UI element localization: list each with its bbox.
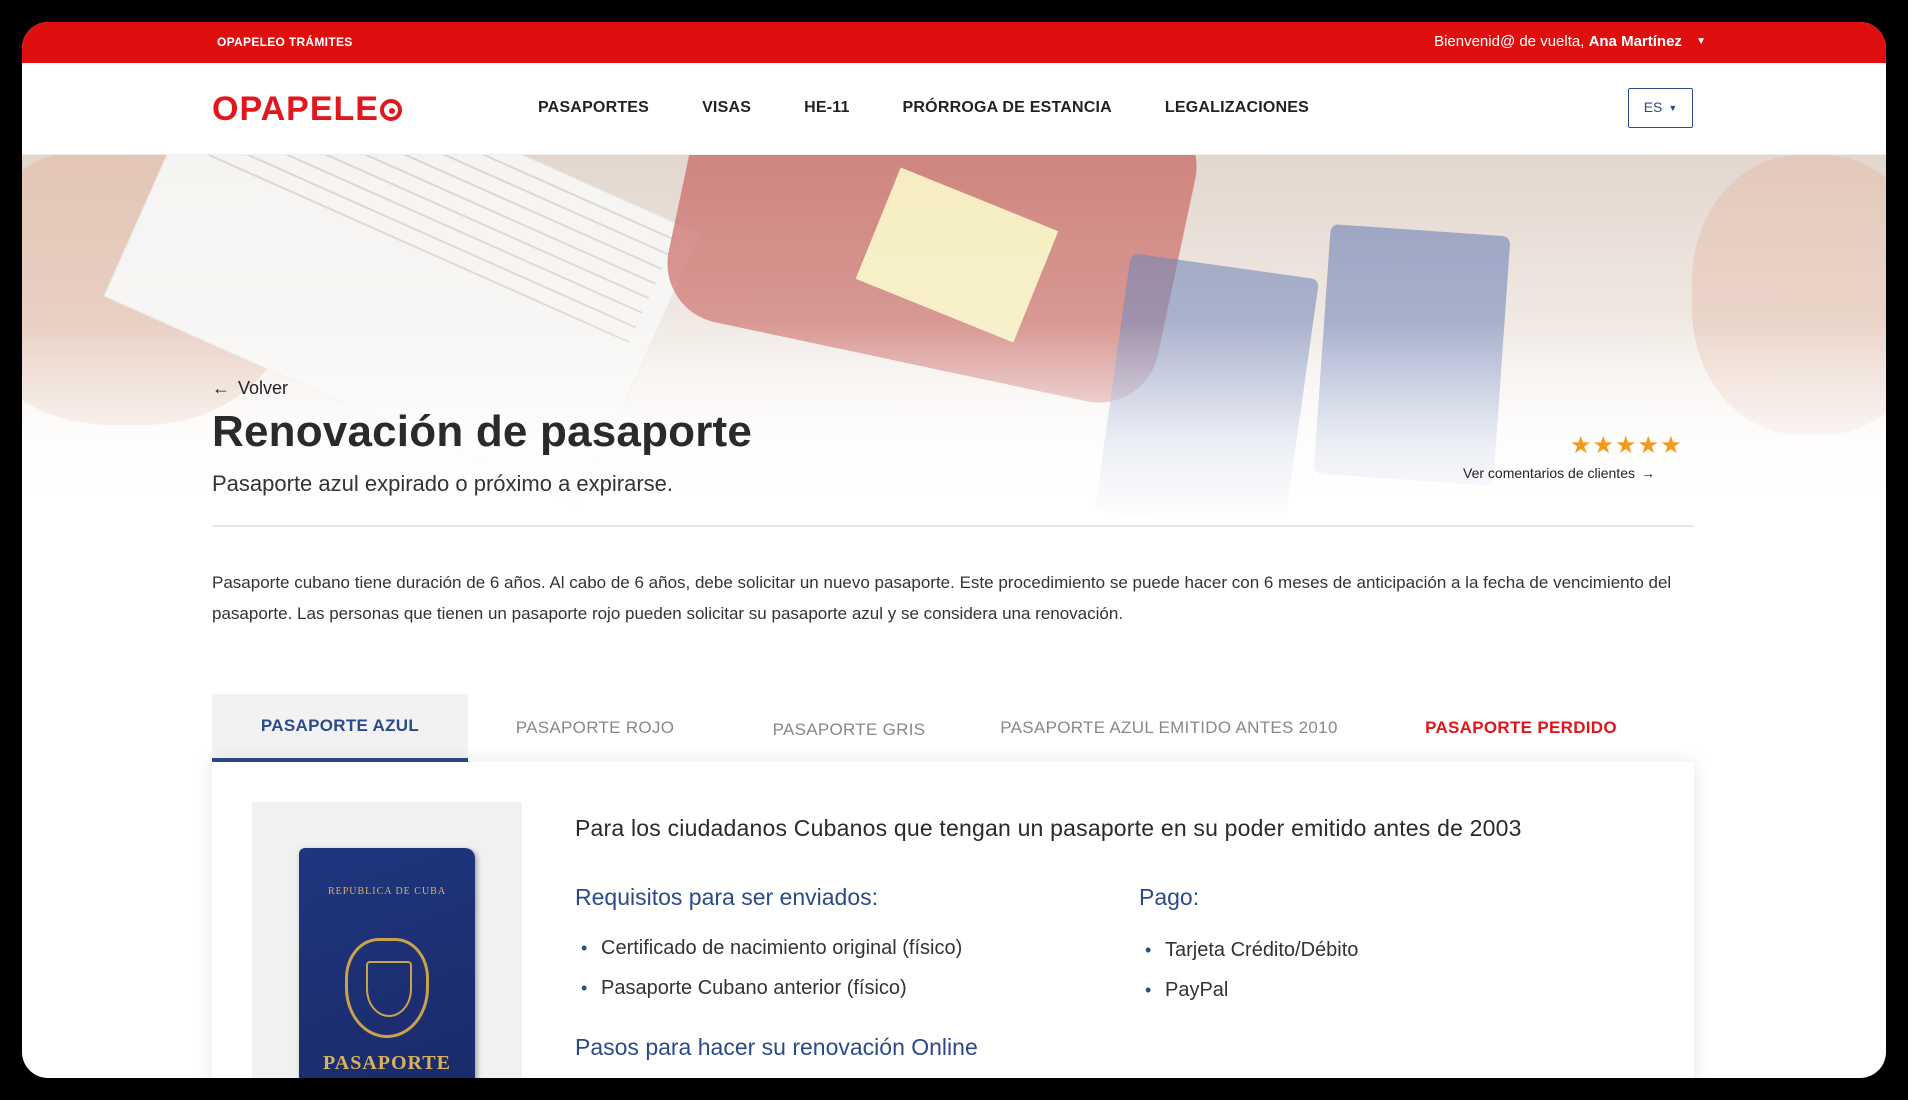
nav-menu: PASAPORTES VISAS HE-11 PRÓRROGA DE ESTAN… <box>538 99 1362 117</box>
main-nav: OPAPELE PASAPORTES VISAS HE-11 PRÓRROGA … <box>22 63 1886 155</box>
passport-tabs: PASAPORTE AZUL PASAPORTE ROJO PASAPORTE … <box>212 694 1694 762</box>
nav-item-he11[interactable]: HE-11 <box>804 99 849 117</box>
coat-of-arms-icon <box>345 938 429 1038</box>
list-item: PayPal <box>1139 970 1358 1010</box>
brand-tagline: OPAPELEO TRÁMITES <box>217 35 353 49</box>
language-select[interactable]: ES ▼ <box>1628 88 1693 128</box>
tab-pasaporte-rojo[interactable]: PASAPORTE ROJO <box>468 694 722 762</box>
nav-item-visas[interactable]: VISAS <box>702 99 751 117</box>
caret-down-icon: ▼ <box>1696 36 1706 47</box>
welcome-text: Bienvenid@ de vuelta, <box>1434 33 1585 50</box>
steps-title: Pasos para hacer su renovación Online <box>575 1034 978 1060</box>
logo-drop-icon <box>379 99 402 121</box>
tab-pasaporte-perdido[interactable]: PASAPORTE PERDIDO <box>1362 694 1680 762</box>
arrow-right-icon: → <box>1640 465 1655 481</box>
card-title: Para los ciudadanos Cubanos que tengan u… <box>575 815 1522 841</box>
intro-text: Pasaporte cubano tiene duración de 6 año… <box>212 573 1672 623</box>
reviews-label: Ver comentarios de clientes <box>1463 465 1635 481</box>
nav-item-legalizaciones[interactable]: LEGALIZACIONES <box>1165 99 1309 117</box>
nav-item-prorroga[interactable]: PRÓRROGA DE ESTANCIA <box>903 99 1112 117</box>
logo[interactable]: OPAPELE <box>212 90 402 129</box>
list-item: Pasaporte Cubano anterior (físico) <box>575 968 962 1008</box>
page-subtitle: Pasaporte azul expirado o próximo a expi… <box>212 471 674 496</box>
list-item: Tarjeta Crédito/Débito <box>1139 930 1358 970</box>
passport-image: REPUBLICA DE CUBA PASAPORTE <box>299 848 475 1078</box>
browser-frame: OPAPELEO TRÁMITES Bienvenid@ de vuelta, … <box>22 22 1886 1078</box>
user-name: Ana Martínez <box>1588 33 1682 50</box>
tab-pasaporte-azul-2010[interactable]: PASAPORTE AZUL EMITIDO ANTES 2010 <box>976 694 1362 762</box>
tab-pasaporte-azul[interactable]: PASAPORTE AZUL <box>212 694 468 762</box>
passport-image-box: REPUBLICA DE CUBA PASAPORTE <box>252 802 522 1078</box>
page-title: Renovación de pasaporte <box>212 407 753 456</box>
divider <box>212 525 1694 527</box>
arrow-left-icon: ← <box>212 378 230 398</box>
requirements-title: Requisitos para ser enviados: <box>575 884 878 910</box>
top-bar: OPAPELEO TRÁMITES Bienvenid@ de vuelta, … <box>22 22 1886 63</box>
passport-country-text: REPUBLICA DE CUBA <box>327 886 447 897</box>
list-item: Certificado de nacimiento original (físi… <box>575 928 962 968</box>
reviews-link[interactable]: Ver comentarios de clientes → <box>1463 465 1655 481</box>
tab-content-card: REPUBLICA DE CUBA PASAPORTE Para los ciu… <box>212 762 1694 1078</box>
payment-list: Tarjeta Crédito/Débito PayPal <box>1139 930 1358 1010</box>
language-value: ES <box>1643 99 1663 115</box>
tab-pasaporte-gris[interactable]: PASAPORTE GRIS <box>722 694 976 762</box>
back-link[interactable]: ← Volver <box>212 378 288 399</box>
hero-banner: ← Volver Renovación de pasaporte Pasaport… <box>22 155 1886 525</box>
logo-text: OPAPELE <box>212 90 379 128</box>
rating-stars: ★★★★★ <box>1570 432 1683 459</box>
back-label: Volver <box>238 378 289 398</box>
nav-item-pasaportes[interactable]: PASAPORTES <box>538 99 649 117</box>
user-menu[interactable]: Bienvenid@ de vuelta, Ana Martínez ▼ <box>1434 33 1706 50</box>
requirements-list: Certificado de nacimiento original (físi… <box>575 928 962 1008</box>
passport-word-text: PASAPORTE <box>323 1052 451 1074</box>
payment-title: Pago: <box>1139 884 1200 910</box>
caret-down-icon: ▼ <box>1668 103 1678 113</box>
